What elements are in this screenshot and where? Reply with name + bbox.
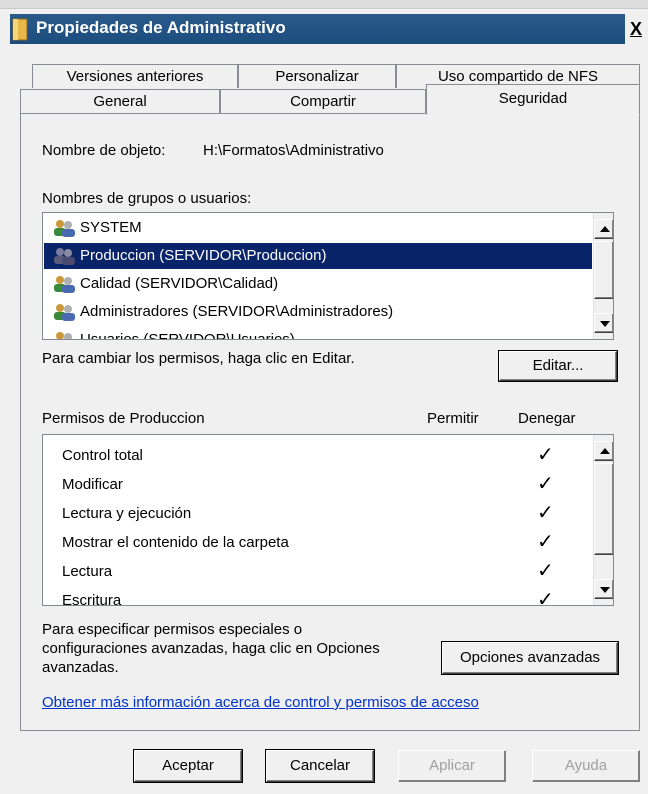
cancel-button[interactable]: Cancelar <box>266 750 374 782</box>
list-item-label: SYSTEM <box>80 219 142 236</box>
apply-button[interactable]: Aplicar <box>398 750 506 782</box>
users-icon <box>56 332 72 339</box>
scroll-down-button[interactable] <box>594 579 613 599</box>
scroll-thumb[interactable] <box>594 463 613 555</box>
deny-check-icon: ✓ <box>537 589 554 606</box>
tab-label: Seguridad <box>498 90 568 107</box>
close-button[interactable]: X <box>630 18 648 40</box>
scroll-up-button[interactable] <box>594 219 613 239</box>
table-row: Lectura y ejecución ✓ <box>43 499 613 528</box>
folder-icon <box>12 18 28 41</box>
arrow-down-icon <box>600 321 610 327</box>
deny-check-icon: ✓ <box>537 560 554 582</box>
list-item-label: Administradores (SERVIDOR\Administradore… <box>80 303 394 320</box>
users-icon <box>54 220 75 237</box>
arrow-up-icon <box>600 448 610 454</box>
list-item[interactable]: SYSTEM <box>44 215 592 241</box>
permission-name: Mostrar el contenido de la carpeta <box>62 534 289 551</box>
permission-name: Modificar <box>62 476 123 493</box>
tab-versiones-anteriores[interactable]: Versiones anteriores <box>32 64 238 88</box>
help-button[interactable]: Ayuda <box>532 750 640 782</box>
list-item-label: Calidad (SERVIDOR\Calidad) <box>80 275 279 292</box>
column-deny: Denegar <box>518 410 576 427</box>
permission-name: Lectura <box>62 563 113 580</box>
tab-label: Uso compartido de NFS <box>437 68 599 85</box>
permissions-title: Permisos de Produccion <box>42 410 205 427</box>
arrow-up-icon <box>600 226 610 232</box>
help-link[interactable]: Obtener más información acerca de contro… <box>42 694 479 711</box>
scroll-thumb[interactable] <box>594 241 613 299</box>
arrow-down-icon <box>600 587 610 593</box>
object-name-label: Nombre de objeto: <box>42 142 166 159</box>
list-item[interactable]: Produccion (SERVIDOR\Produccion) <box>44 243 592 269</box>
advanced-hint-line2: configuraciones avanzadas, haga clic en … <box>42 640 380 657</box>
edit-button[interactable]: Editar... <box>499 351 617 381</box>
tab-label: Compartir <box>290 93 356 110</box>
list-item-label: Produccion (SERVIDOR\Produccion) <box>80 247 327 264</box>
permission-name: Control total <box>62 447 143 464</box>
tab-seguridad[interactable]: Seguridad <box>426 84 640 115</box>
groups-scrollbar[interactable] <box>593 213 613 339</box>
table-row: Lectura ✓ <box>43 557 613 586</box>
window-title: Propiedades de Administrativo <box>36 18 286 37</box>
deny-check-icon: ✓ <box>537 531 554 553</box>
users-icon <box>54 304 75 321</box>
users-icon <box>54 248 75 265</box>
tab-personalizar[interactable]: Personalizar <box>238 64 396 88</box>
table-row: Modificar ✓ <box>43 470 613 499</box>
users-icon <box>54 276 75 293</box>
permission-name: Lectura y ejecución <box>62 505 192 522</box>
object-name-value: H:\Formatos\Administrativo <box>203 142 384 159</box>
permissions-list[interactable]: Control total ✓ Modificar ✓ Lectura y ej… <box>42 434 614 606</box>
background-strip <box>0 0 648 9</box>
scroll-down-button[interactable] <box>594 313 613 333</box>
deny-check-icon: ✓ <box>537 444 554 466</box>
tab-label: General <box>93 93 147 110</box>
advanced-hint-line1: Para especificar permisos especiales o <box>42 621 303 638</box>
ok-button[interactable]: Aceptar <box>134 750 242 782</box>
tab-compartir[interactable]: Compartir <box>220 89 426 114</box>
table-row: Mostrar el contenido de la carpeta ✓ <box>43 528 613 557</box>
permission-name: Escritura <box>62 592 122 606</box>
groups-list[interactable]: SYSTEM Produccion (SERVIDOR\Produccion) … <box>42 212 614 340</box>
table-row: Escritura ✓ <box>43 586 613 606</box>
advanced-hint-line3: avanzadas. <box>42 659 119 676</box>
tab-label: Personalizar <box>275 68 359 85</box>
list-item-label: Usuarios (SERVIDOR\Usuarios) <box>80 331 295 340</box>
list-item[interactable]: Administradores (SERVIDOR\Administradore… <box>44 299 592 325</box>
column-allow: Permitir <box>427 410 479 427</box>
scroll-up-button[interactable] <box>594 441 613 461</box>
edit-hint: Para cambiar los permisos, haga clic en … <box>42 350 355 367</box>
deny-check-icon: ✓ <box>537 502 554 524</box>
tab-label: Versiones anteriores <box>66 68 204 85</box>
deny-check-icon: ✓ <box>537 473 554 495</box>
advanced-options-button[interactable]: Opciones avanzadas <box>442 642 618 674</box>
list-item[interactable]: Usuarios (SERVIDOR\Usuarios) <box>44 327 592 340</box>
tab-general[interactable]: General <box>20 89 220 114</box>
groups-label: Nombres de grupos o usuarios: <box>42 190 252 207</box>
table-row: Control total ✓ <box>43 441 613 470</box>
list-item[interactable]: Calidad (SERVIDOR\Calidad) <box>44 271 592 297</box>
permissions-scrollbar[interactable] <box>593 435 613 605</box>
